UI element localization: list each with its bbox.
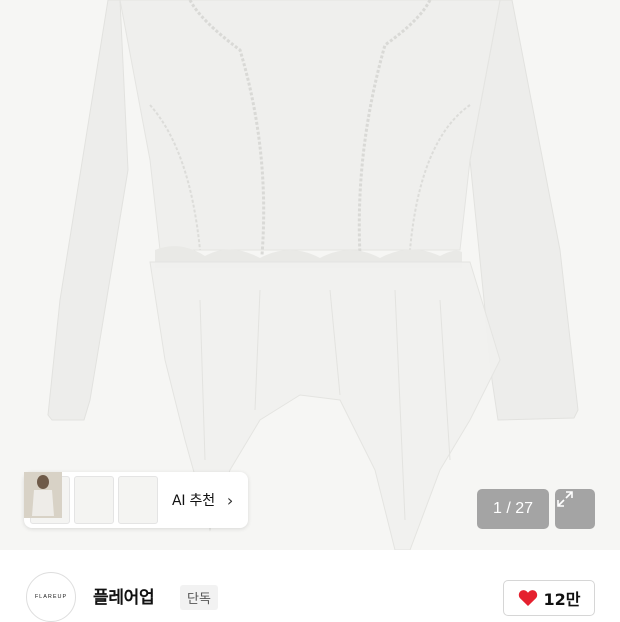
like-button[interactable]: 12만 — [503, 580, 595, 616]
image-counter-text: 1 / 27 — [492, 500, 534, 517]
ai-recommend-strip[interactable]: AI 추천 › — [24, 472, 248, 528]
image-counter: 1 / 27 — [477, 489, 549, 529]
chevron-right-icon: › — [226, 490, 234, 510]
like-count: 12만 — [543, 590, 581, 609]
ai-recommend-label: AI 추천 — [172, 493, 215, 509]
ai-recommend-link[interactable]: AI 추천 › — [172, 490, 233, 510]
thumbnail-flat-top-2[interactable] — [28, 476, 114, 524]
expand-icon — [557, 491, 573, 507]
brand-logo[interactable]: FLAREUP — [26, 572, 76, 622]
thumbnail-model[interactable] — [24, 472, 158, 524]
product-image-area[interactable]: AI 추천 › 1 / 27 — [0, 0, 620, 550]
brand-logo-text: FLAREUP — [34, 594, 68, 600]
heart-icon — [518, 590, 537, 606]
expand-button[interactable] — [555, 489, 595, 529]
brand-name[interactable]: 플레어업 — [93, 583, 155, 608]
product-image — [47, 0, 579, 550]
exclusive-badge: 단독 — [180, 585, 218, 610]
brand-bar: FLAREUP 플레어업 단독 12만 — [0, 550, 620, 622]
